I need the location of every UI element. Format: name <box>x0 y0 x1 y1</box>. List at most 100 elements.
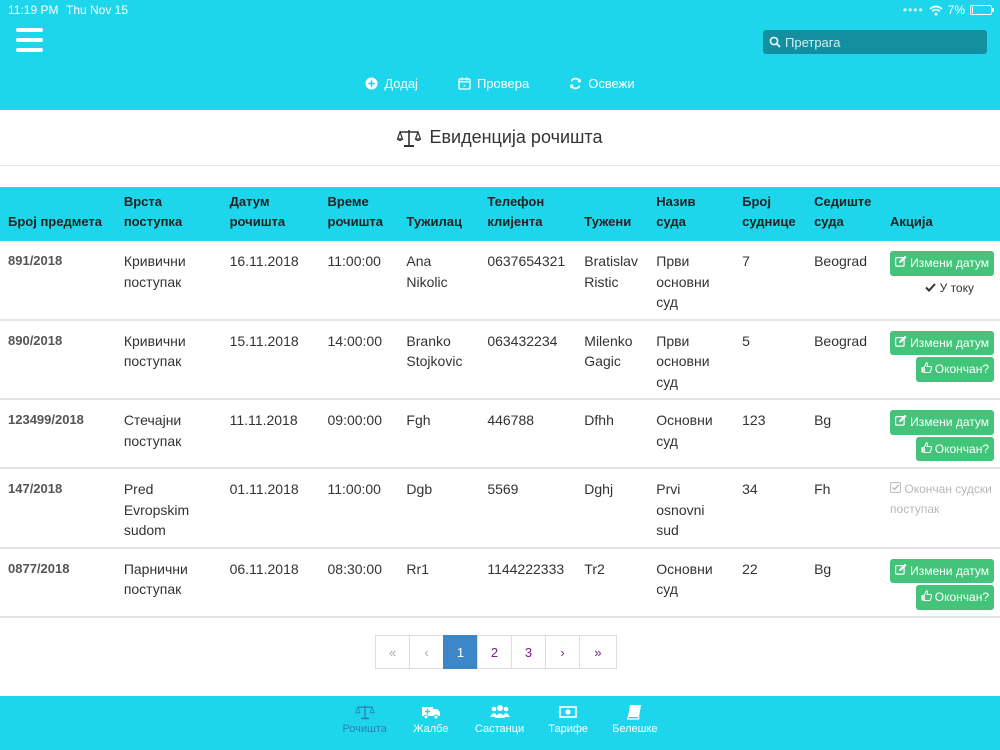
pagination-page[interactable]: 3 <box>511 635 546 669</box>
court-name: Први основни суд <box>648 319 735 400</box>
pagination-page[interactable]: 1 <box>443 635 478 669</box>
users-icon <box>489 705 510 718</box>
case-number: 0877/2018 <box>0 547 116 618</box>
add-label: Додај <box>384 76 418 91</box>
refresh-button[interactable]: Освежи <box>569 76 635 91</box>
tab-label: Белешке <box>612 723 658 735</box>
finished-status: Окончан судски поступак <box>890 479 994 519</box>
check-button[interactable]: × Провера <box>458 76 529 91</box>
change-date-label: Измени датум <box>910 563 989 578</box>
defendant: Milenko Gagic <box>576 319 649 400</box>
court-seat: Fh <box>806 468 883 549</box>
edit-icon <box>895 253 907 274</box>
tab-label: Жалбе <box>413 723 449 735</box>
courtroom-number: 34 <box>734 468 807 549</box>
edit-icon <box>895 412 907 433</box>
status-date: Thu Nov 15 <box>66 3 129 17</box>
finish-label: Окончан? <box>934 590 989 604</box>
finish-button[interactable]: Окончан? <box>915 357 994 382</box>
plus-circle-icon <box>365 77 378 90</box>
courtroom-number: 5 <box>734 319 807 400</box>
battery-percent: 7% <box>947 3 965 17</box>
svg-text:×: × <box>463 84 466 90</box>
procedure-type: Парнични поступак <box>115 547 222 618</box>
wifi-icon <box>929 5 943 15</box>
row-actions: Измени датум У току <box>882 241 1000 321</box>
tab-label: Рочишта <box>342 723 387 735</box>
client-phone: 446788 <box>479 399 577 469</box>
change-date-button[interactable]: Измени датум <box>890 251 994 276</box>
row-actions: Измени датум Окончан? <box>882 319 1000 400</box>
page-title: Евиденција рочишта <box>429 127 603 147</box>
tab-label: Састанци <box>474 723 525 735</box>
status-bar: 11:19 PM Thu Nov 15 •••• 7% <box>0 0 1000 20</box>
battery-level <box>972 7 973 13</box>
check-icon <box>924 278 936 299</box>
pagination-first[interactable]: « <box>375 635 410 669</box>
tab-hearings[interactable]: Рочишта <box>342 704 387 750</box>
defendant: Dfhh <box>576 399 649 469</box>
column-header: Број суднице <box>734 187 807 241</box>
search-input[interactable] <box>785 34 975 50</box>
change-date-label: Измени датум <box>910 256 989 270</box>
thumbs-up-icon <box>921 359 932 380</box>
column-header: Акција <box>882 187 1000 241</box>
change-date-button[interactable]: Измени датум <box>890 410 994 435</box>
row-actions: Окончан судски поступак <box>882 468 1000 549</box>
plaintiff: Dgb <box>398 468 480 549</box>
bottom-nav: Рочишта Жалбе Састанци Тарифе Белешке <box>0 696 1000 750</box>
finish-label: Окончан? <box>934 441 989 456</box>
client-phone: 0637654321 <box>479 241 577 321</box>
hearing-time: 11:00:00 <box>319 241 399 321</box>
calendar-icon: × <box>458 77 471 90</box>
change-date-button[interactable]: Измени датум <box>890 558 994 583</box>
tab-tariffs[interactable]: Тарифе <box>546 704 590 750</box>
court-seat: Beograd <box>806 319 883 400</box>
in-progress-status: У току <box>924 278 994 299</box>
finished-label: Окончан судски поступак <box>890 482 992 516</box>
add-button[interactable]: Додај <box>365 76 418 91</box>
table-row: 891/2018 Кривични поступак 16.11.2018 11:00… <box>0 241 1000 321</box>
tab-appeals[interactable]: Жалбе <box>409 704 453 750</box>
row-actions: Измени датум Окончан? <box>882 547 1000 618</box>
table-row: 0877/2018 Парнични поступак 06.11.2018 08:3… <box>0 547 1000 618</box>
change-date-label: Измени датум <box>910 415 989 429</box>
toolbar: Додај × Провера Освежи <box>0 76 1000 91</box>
pagination-prev[interactable]: ‹ <box>409 635 444 669</box>
finish-button[interactable]: Окончан? <box>915 585 994 610</box>
case-number: 147/2018 <box>0 468 116 549</box>
tab-meetings[interactable]: Састанци <box>475 704 524 750</box>
page-header: Евиденција рочишта <box>0 110 1000 166</box>
table-row: 123499/2018 Стечајни поступак 11.11.2018 09… <box>0 399 1000 469</box>
pagination-next[interactable]: › <box>545 635 580 669</box>
change-date-button[interactable]: Измени датум <box>890 330 994 355</box>
client-phone: 063432234 <box>479 319 577 400</box>
plaintiff: Ana Nikolic <box>398 241 480 321</box>
tab-notes[interactable]: Белешке <box>612 704 658 750</box>
pagination-last[interactable]: » <box>579 635 617 669</box>
edit-icon <box>895 561 907 582</box>
signal-dots-icon: •••• <box>902 3 924 17</box>
column-header: Седиште суда <box>806 187 883 241</box>
pagination: « ‹ 1 2 3 › » <box>375 635 617 669</box>
procedure-type: Кривични поступак <box>115 319 222 400</box>
refresh-icon <box>570 77 582 90</box>
table-row: 147/2018 Pred Evropskim sudom 01.11.2018 11… <box>0 468 1000 549</box>
column-header: Назив суда <box>648 187 735 241</box>
refresh-label: Освежи <box>588 76 635 91</box>
case-number: 123499/2018 <box>0 399 116 469</box>
procedure-type: Кривични поступак <box>115 241 222 321</box>
column-header: Телефон клијента <box>479 187 577 241</box>
check-label: Провера <box>476 76 530 91</box>
table-row: 890/2018 Кривични поступак 15.11.2018 14:00… <box>0 319 1000 400</box>
hearing-date: 16.11.2018 <box>221 241 320 321</box>
top-bar: Додај × Провера Освежи <box>0 20 1000 110</box>
hearing-date: 15.11.2018 <box>221 319 320 400</box>
hearings-table: Број предмета Врста поступка Датум рочиш… <box>0 187 1000 618</box>
finish-button[interactable]: Окончан? <box>915 436 994 461</box>
pagination-page[interactable]: 2 <box>477 635 512 669</box>
menu-icon[interactable] <box>16 28 43 53</box>
case-number: 890/2018 <box>0 319 116 400</box>
edit-icon <box>895 333 907 354</box>
courtroom-number: 7 <box>734 241 807 321</box>
